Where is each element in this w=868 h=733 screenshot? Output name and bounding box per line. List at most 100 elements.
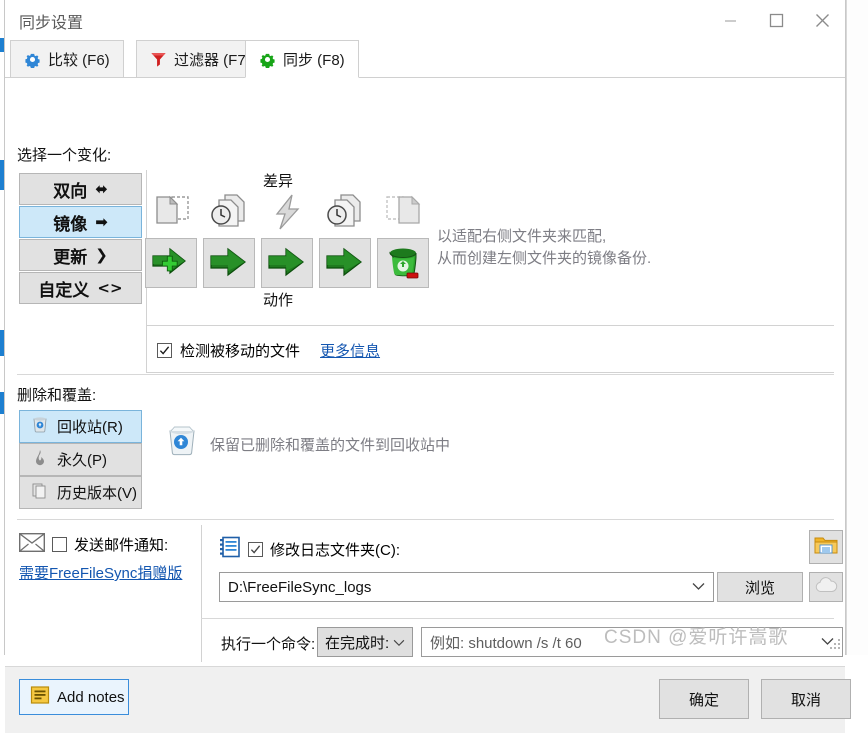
variant-two-way-button[interactable]: 双向 ⬌: [19, 173, 142, 205]
window-controls: [707, 0, 845, 40]
action-overwrite-right-button-3[interactable]: [319, 238, 371, 288]
cloud-button[interactable]: [809, 572, 843, 602]
log-notebook-icon: [219, 536, 241, 562]
file-left-only-icon: [149, 191, 195, 233]
file-conflict-icon: [265, 191, 311, 233]
delete-option-permanent-label: 永久(P): [57, 452, 107, 469]
cancel-button-label: 取消: [790, 691, 821, 709]
chevron-down-icon[interactable]: [393, 634, 405, 651]
minimize-button[interactable]: [707, 0, 753, 40]
delete-option-versioning[interactable]: 历史版本(V): [19, 476, 142, 509]
variant-update-button[interactable]: 更新 ❯: [19, 239, 142, 271]
sync-settings-window: 同步设置 比较 (F6) 过滤器 (F7) 同步 (F8) 选择一个变化: 双向…: [4, 0, 851, 733]
action-overwrite-right-button-2[interactable]: [261, 238, 313, 288]
variant-update-label: 更新: [53, 247, 88, 268]
settings-tab-bar: 比较 (F6) 过滤器 (F7) 同步 (F8): [5, 40, 845, 78]
detect-moved-row: 检测被移动的文件 更多信息: [157, 340, 380, 361]
arrow-both-icon: ⬌: [95, 180, 108, 198]
arrow-right-icon: [268, 247, 304, 277]
variant-custom-button[interactable]: 自定义 <>: [19, 272, 142, 304]
detect-moved-more-info-link[interactable]: 更多信息: [320, 340, 380, 361]
email-notification-checkbox[interactable]: [52, 537, 67, 552]
cloud-icon: [814, 577, 838, 597]
variant-mirror-label: 镜像: [53, 214, 88, 235]
tab-compare[interactable]: 比较 (F6): [10, 40, 124, 78]
bottom-zone-divider: [201, 525, 202, 662]
tab-sync[interactable]: 同步 (F8): [245, 40, 359, 78]
tab-sync-label: 同步 (F8): [283, 51, 345, 69]
log-folder-path-input[interactable]: D:\FreeFileSync_logs: [219, 572, 714, 602]
folder-picker-button[interactable]: [809, 530, 843, 564]
sync-settings-content: 选择一个变化: 双向 ⬌ 镜像 ➡ 更新 ❯ 自定义 <> 差异 动作 以适配右…: [5, 78, 851, 733]
chevron-both-icon: <>: [97, 279, 123, 297]
arrow-right-icon: [326, 247, 362, 277]
detect-moved-label: 检测被移动的文件: [180, 343, 301, 360]
action-create-right-button[interactable]: [145, 238, 197, 288]
gear-icon-green: [259, 51, 276, 68]
section-divider-2: [17, 519, 834, 520]
variant-two-way-label: 双向: [53, 181, 88, 202]
funnel-icon-red: [150, 51, 167, 68]
recycle-bin-delete-icon: [389, 248, 419, 279]
variant-description: 以适配右侧文件夹来匹配, 从而创建左侧文件夹的镜像备份.: [437, 226, 651, 270]
arrow-right-create-icon: [152, 247, 186, 275]
arrow-right-icon: ➡: [95, 213, 108, 231]
file-right-only-icon: [381, 191, 427, 233]
email-notification-row: 发送邮件通知:: [18, 532, 189, 556]
dialog-footer: Add notes 确定 取消: [5, 666, 851, 733]
command-placeholder: 例如: shutdown /s /t 60: [430, 634, 582, 652]
action-overwrite-right-button-1[interactable]: [203, 238, 255, 288]
log-folder-zone: 修改日志文件夹(C):: [219, 536, 400, 562]
recycle-bin-icon: [32, 416, 48, 437]
envelope-icon: [18, 532, 46, 556]
variant-description-line-2: 从而创建左侧文件夹的镜像备份.: [437, 250, 652, 267]
difference-label: 差异: [263, 173, 294, 190]
action-delete-right-button[interactable]: [377, 238, 429, 288]
delete-section-note: 保留已删除和覆盖的文件到回收站中: [210, 437, 451, 454]
folder-open-icon: [814, 534, 838, 560]
chevron-down-icon[interactable]: [692, 580, 705, 594]
tab-compare-label: 比较 (F6): [48, 51, 110, 69]
resize-grip[interactable]: [830, 638, 842, 650]
section-divider-1: [17, 374, 834, 375]
file-left-newer-icon: [207, 191, 253, 233]
notes-icon: [30, 685, 50, 709]
ok-button-label: 确定: [688, 691, 719, 709]
email-notification-label: 发送邮件通知:: [74, 537, 169, 554]
detect-moved-checkbox[interactable]: [157, 343, 172, 358]
delete-option-recycle-bin-label: 回收站(R): [57, 419, 123, 436]
versioning-icon: [32, 482, 48, 503]
variant-custom-label: 自定义: [38, 280, 90, 301]
command-timing-select[interactable]: 在完成时:: [317, 627, 413, 657]
arrow-right-icon: [210, 247, 246, 277]
watermark: CSDN @爱听许嵩歌: [604, 627, 789, 648]
log-folder-path-value: D:\FreeFileSync_logs: [228, 578, 372, 596]
tab-filter-label: 过滤器 (F7): [174, 51, 251, 69]
variant-mirror-button[interactable]: 镜像 ➡: [19, 206, 142, 238]
ok-button[interactable]: 确定: [659, 679, 749, 719]
chevron-right-icon: ❯: [95, 246, 108, 264]
maximize-button[interactable]: [753, 0, 799, 40]
command-label: 执行一个命令:: [221, 636, 316, 653]
donation-edition-link[interactable]: 需要FreeFileSync捐赠版: [19, 562, 189, 583]
log-folder-label: 修改日志文件夹(C):: [270, 541, 400, 559]
title-bar: 同步设置: [5, 0, 845, 40]
log-folder-checkbox[interactable]: [248, 541, 263, 557]
section-divider-3: [201, 618, 834, 619]
browse-button[interactable]: 浏览: [717, 572, 803, 602]
command-timing-value: 在完成时:: [325, 634, 390, 652]
variant-description-line-1: 以适配右侧文件夹来匹配,: [437, 228, 607, 245]
delete-option-versioning-label: 历史版本(V): [57, 485, 137, 502]
gear-icon-blue: [24, 51, 41, 68]
add-notes-button[interactable]: Add notes: [19, 679, 129, 715]
cancel-button[interactable]: 取消: [761, 679, 851, 719]
file-right-newer-icon: [323, 191, 369, 233]
recycle-bin-large-icon: [165, 423, 199, 457]
close-button[interactable]: [799, 0, 845, 40]
delete-option-recycle-bin[interactable]: 回收站(R): [19, 410, 142, 443]
log-folder-row: 修改日志文件夹(C):: [219, 536, 400, 562]
browse-button-label: 浏览: [744, 579, 775, 597]
flame-icon: [32, 449, 48, 470]
window-title: 同步设置: [19, 15, 84, 32]
delete-option-permanent[interactable]: 永久(P): [19, 443, 142, 476]
